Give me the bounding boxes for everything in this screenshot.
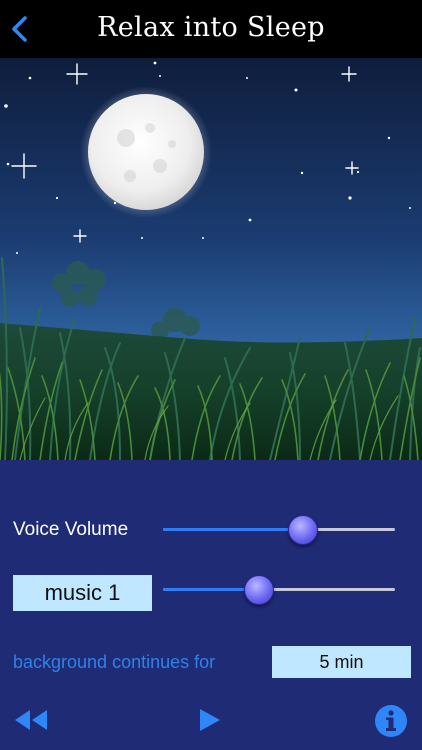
rewind-button[interactable]: [14, 709, 48, 736]
background-duration-selector[interactable]: 5 min: [272, 646, 411, 678]
moon: [88, 94, 204, 210]
rewind-icon: [15, 710, 47, 730]
page-title: Relax into Sleep: [97, 12, 325, 43]
voice-volume-label: Voice Volume: [13, 519, 129, 540]
music-volume-slider[interactable]: [163, 575, 395, 605]
play-icon: [200, 709, 220, 731]
music-volume-thumb[interactable]: [244, 575, 275, 605]
night-scene-image: [0, 58, 422, 460]
background-continues-label: background continues for: [13, 652, 216, 672]
info-button[interactable]: [374, 704, 408, 743]
voice-volume-slider[interactable]: [163, 515, 395, 545]
play-button[interactable]: [198, 708, 222, 737]
voice-volume-fill: [163, 528, 303, 531]
controls-panel: Voice Volume music 1 background continue…: [0, 460, 422, 691]
navigation-bar: Relax into Sleep: [0, 0, 422, 58]
music-selector[interactable]: music 1: [13, 575, 152, 611]
info-icon: [375, 705, 407, 737]
playback-toolbar: [0, 691, 422, 750]
voice-volume-thumb[interactable]: [288, 515, 319, 545]
